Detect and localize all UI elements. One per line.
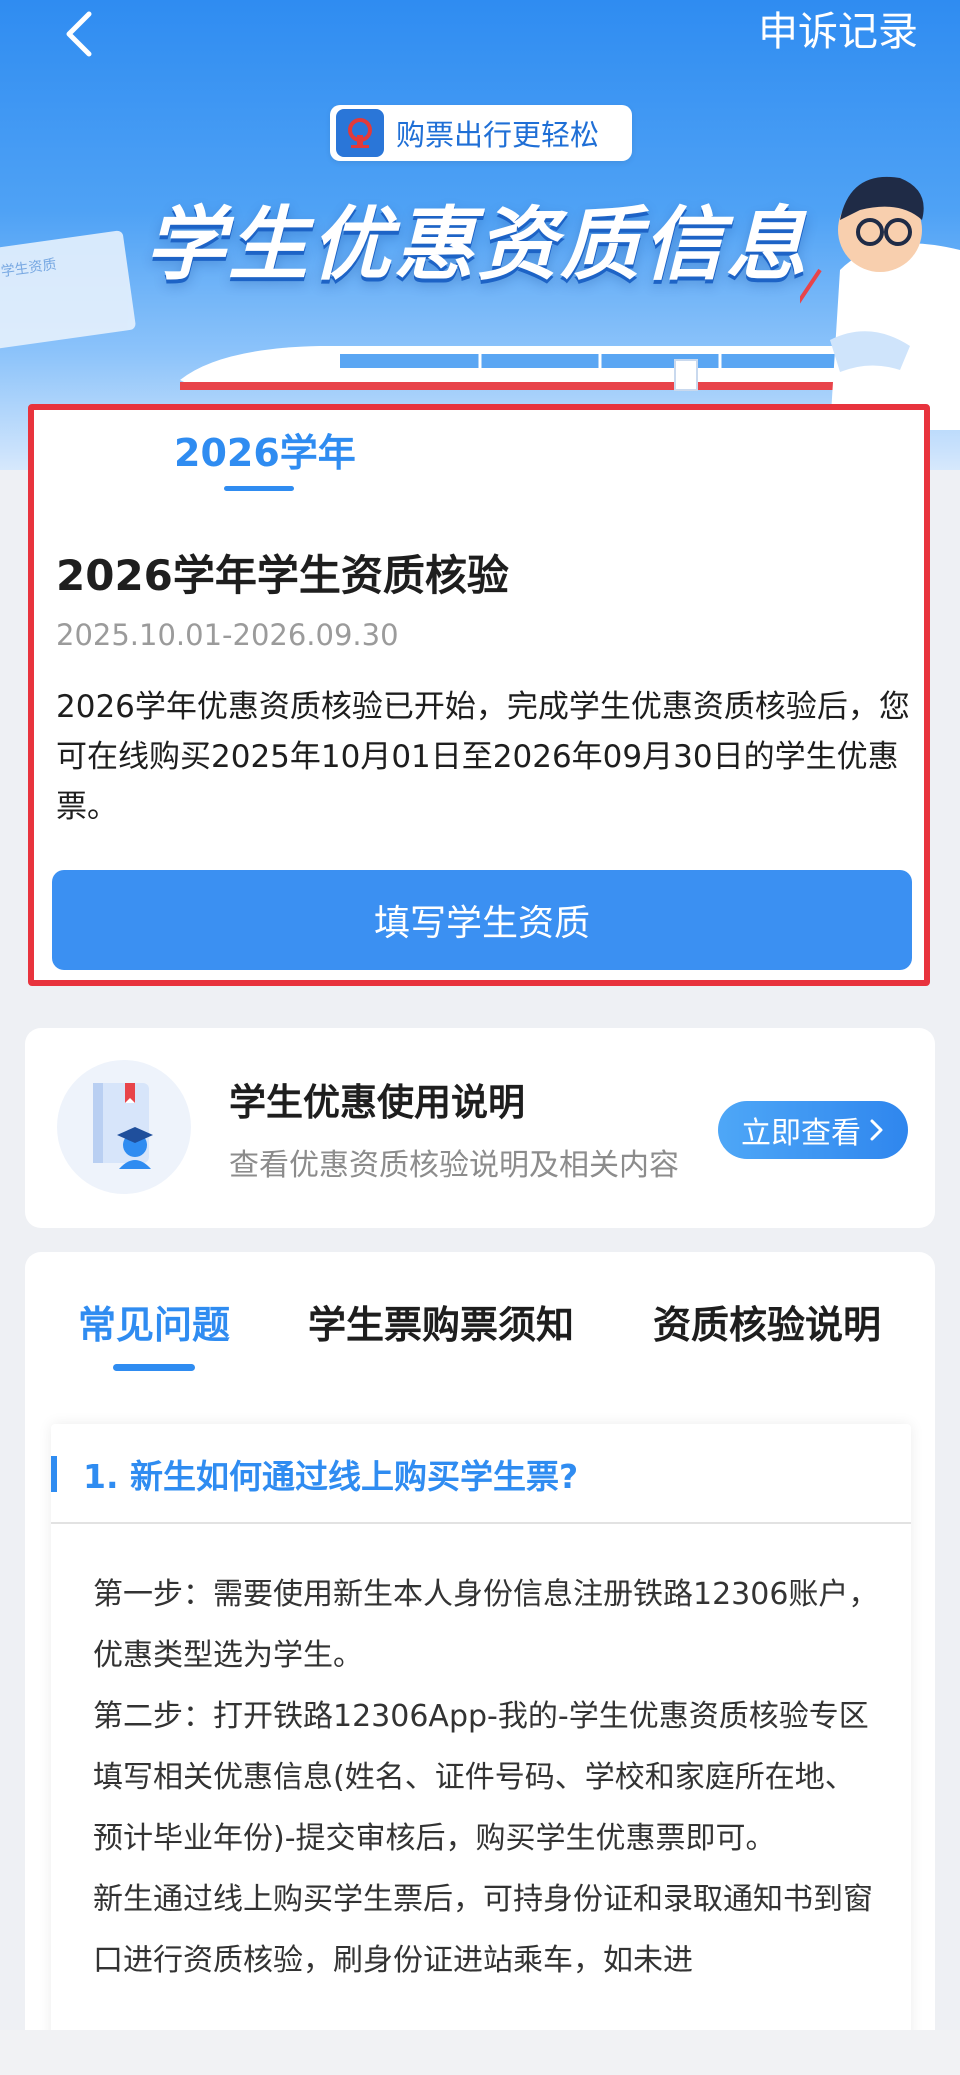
guide-avatar xyxy=(57,1060,191,1194)
faq-tab-underline xyxy=(113,1364,195,1371)
verification-description: 2026学年优惠资质核验已开始，完成学生优惠资质核验后，您可在线购买2025年1… xyxy=(56,689,910,825)
china-railway-logo xyxy=(336,109,384,157)
paper-illustration: 学生资质 xyxy=(0,230,137,350)
answer-body: 第一步：需要使用新生本人身份信息注册铁路12306账户，优惠类型选为学生。 第二… xyxy=(93,1564,883,1991)
usage-guide-card: 学生优惠使用说明 查看优惠资质核验说明及相关内容 立即查看 xyxy=(25,1028,935,1228)
header-banner: 学生资质 申诉记录 购票出行更轻松 学生优惠资质信息 xyxy=(0,0,960,470)
fill-student-qualification-button[interactable]: 填写学生资质 xyxy=(52,870,912,970)
page: 学生资质 申诉记录 购票出行更轻松 学生优惠资质信息 2026学年 2026学年… xyxy=(0,0,960,2075)
tab-common-questions[interactable]: 常见问题 xyxy=(78,1294,230,1349)
slogan-text: 购票出行更轻松 xyxy=(396,118,600,152)
answer-paragraph: 第二步：打开铁路12306App-我的-学生优惠资质核验专区填写相关优惠信息(姓… xyxy=(93,1699,869,1856)
verification-date-range: 2025.10.01-2026.09.30 xyxy=(56,618,399,652)
tab-underline xyxy=(224,486,294,491)
guide-title: 学生优惠使用说明 xyxy=(229,1081,525,1124)
question-header[interactable]: 1. 新生如何通过线上购买学生票? xyxy=(51,1424,911,1524)
chevron-left-icon xyxy=(66,11,92,57)
question-accent-bar xyxy=(51,1456,57,1492)
answer-paragraph: 新生通过线上购买学生票后，可持身份证和录取通知书到窗口进行资质核验，刷身份证进站… xyxy=(93,1882,873,1978)
tab-ticket-notice[interactable]: 学生票购票须知 xyxy=(308,1294,574,1349)
appeal-record-link[interactable]: 申诉记录 xyxy=(758,4,918,60)
back-button[interactable] xyxy=(48,4,108,64)
view-now-button[interactable]: 立即查看 xyxy=(718,1101,908,1159)
tab-2026-year[interactable]: 2026学年 xyxy=(174,422,356,477)
banner-title: 学生优惠资质信息 xyxy=(145,198,809,291)
student-illustration xyxy=(800,176,960,430)
slogan-tag: 购票出行更轻松 xyxy=(330,105,632,161)
paper-caption: 学生资质 xyxy=(0,256,58,281)
railway-logo-icon xyxy=(348,118,372,148)
faq-question-item: 1. 新生如何通过线上购买学生票? 第一步：需要使用新生本人身份信息注册铁路12… xyxy=(51,1424,911,2075)
view-now-label: 立即查看 xyxy=(741,1116,861,1151)
verification-title: 2026学年学生资质核验 xyxy=(56,551,509,600)
question-title: 1. 新生如何通过线上购买学生票? xyxy=(83,1457,579,1496)
student-year-card: 2026学年 2026学年学生资质核验 2025.10.01-2026.09.3… xyxy=(28,404,930,986)
tab-verification-notes[interactable]: 资质核验说明 xyxy=(653,1294,881,1349)
bottom-bar xyxy=(0,2030,960,2075)
student-book-icon xyxy=(93,1083,153,1169)
answer-paragraph: 第一步：需要使用新生本人身份信息注册铁路12306账户，优惠类型选为学生。 xyxy=(93,1577,879,1673)
chevron-right-icon xyxy=(870,1119,883,1141)
guide-subtitle: 查看优惠资质核验说明及相关内容 xyxy=(229,1148,679,1183)
faq-section: 常见问题 学生票购票须知 资质核验说明 1. 新生如何通过线上购买学生票? 第一… xyxy=(25,1252,935,2075)
